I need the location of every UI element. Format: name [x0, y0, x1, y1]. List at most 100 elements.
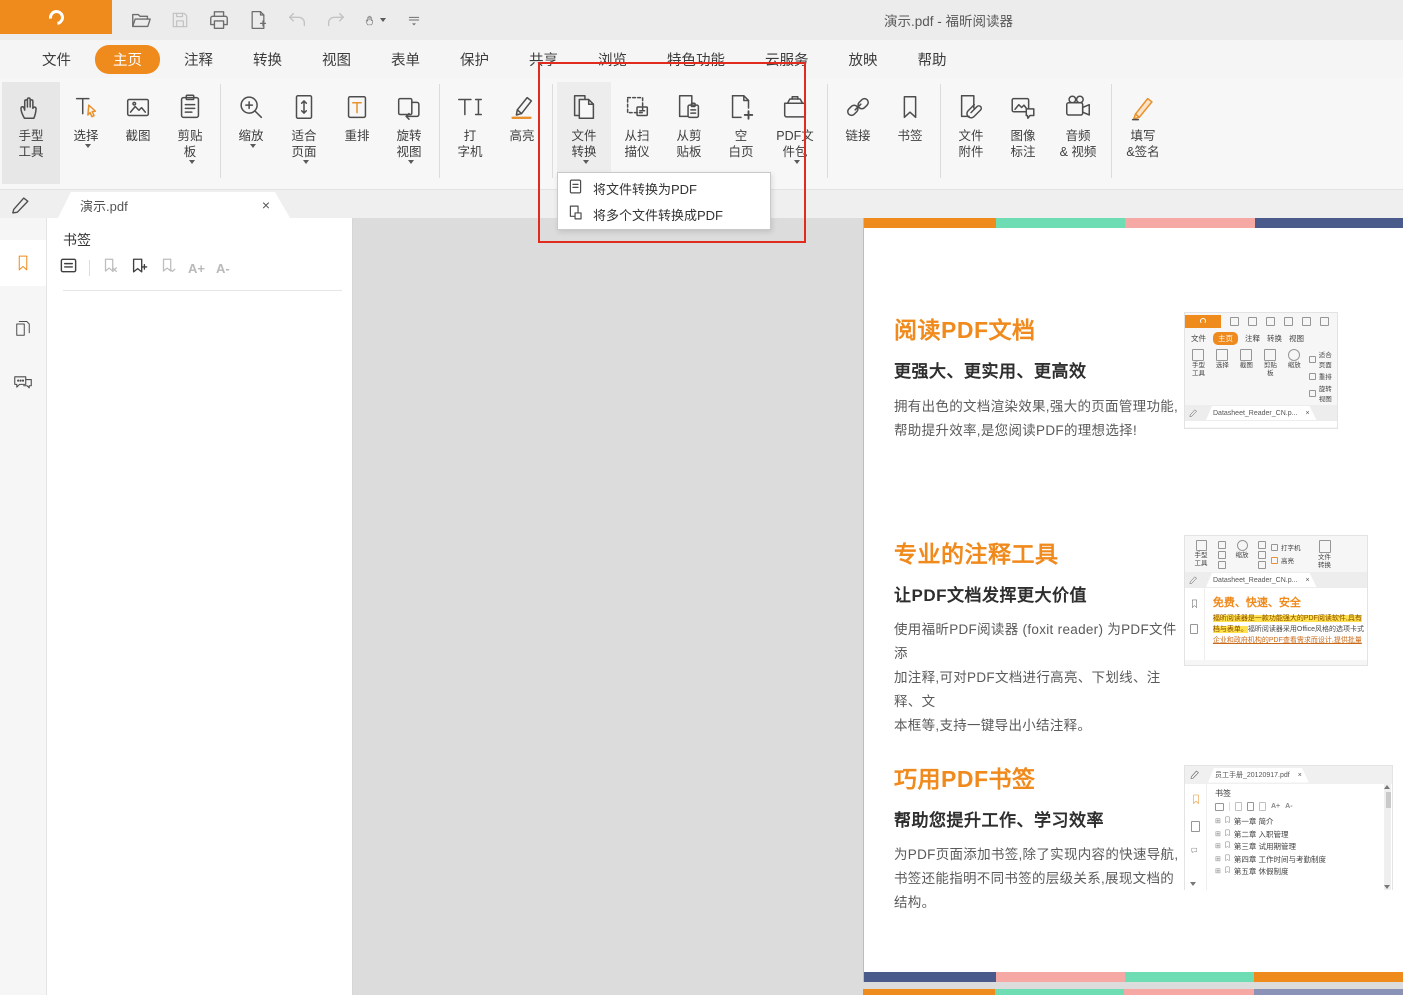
mini-screenshot-reader-ui: 文件 主页 注释 转换 视图 手型 工具 选择 截图 剪贴 板 缩放 适合页面 — [1184, 312, 1338, 429]
tab-form[interactable]: 表单 — [375, 45, 436, 74]
mini-doc-tab-row: Datasheet_Reader_CN.p...× — [1185, 572, 1367, 588]
hand-tool-button[interactable]: 手型 工具 — [2, 82, 60, 184]
mini-tab: 注释 — [1245, 333, 1260, 344]
mini-doc-tab-title: Datasheet_Reader_CN.p... — [1213, 577, 1297, 584]
document-tab[interactable]: 演示.pdf × — [58, 192, 290, 218]
annotation-tag-icon[interactable] — [11, 194, 31, 219]
section-heading: 巧用PDF书签 — [894, 760, 1184, 794]
close-tab-icon[interactable]: × — [262, 198, 270, 212]
from-scanner-label: 从扫 描仪 — [624, 128, 649, 160]
tab-convert[interactable]: 转换 — [237, 45, 298, 74]
highlight-button[interactable]: 高亮 — [496, 82, 548, 184]
rotate-view-caret-icon — [408, 160, 414, 164]
from-scanner-button[interactable]: 从扫 描仪 — [611, 82, 663, 184]
pdf-portfolio-icon — [780, 88, 810, 126]
menu-item-convert-file-to-pdf[interactable]: 将文件转换为PDF — [558, 175, 770, 201]
attachment-icon — [956, 88, 986, 126]
clipboard-button[interactable]: 剪贴 板 — [164, 82, 216, 184]
bookmark-more-icon[interactable] — [159, 257, 177, 280]
reflow-icon — [342, 88, 372, 126]
select-button[interactable]: 选择 — [60, 82, 112, 184]
redo-icon[interactable] — [325, 9, 347, 31]
from-clipboard-button[interactable]: 从剪 贴板 — [663, 82, 715, 184]
section-heading: 阅读PDF文档 — [894, 311, 1184, 345]
tab-share[interactable]: 共享 — [513, 45, 574, 74]
font-increase-icon[interactable]: A+ — [188, 261, 205, 276]
scanner-icon — [622, 88, 652, 126]
fill-sign-label: 填写 &签名 — [1126, 128, 1159, 160]
mini-tab: 视图 — [1289, 333, 1304, 344]
blank-page-button[interactable]: 空 白页 — [715, 82, 767, 184]
page-bottom-stripes — [864, 972, 1403, 982]
stripe-teal — [1125, 972, 1255, 982]
clipboard-icon — [175, 88, 205, 126]
section-body: 拥有出色的文档渲染效果,强大的页面管理功能, 帮助提升效率,是您阅读PDF的理想… — [894, 395, 1184, 443]
rotate-view-button[interactable]: 旋转 视图 — [383, 82, 435, 184]
tab-help[interactable]: 帮助 — [902, 45, 963, 74]
tab-file[interactable]: 文件 — [26, 45, 87, 74]
tab-browse[interactable]: 浏览 — [582, 45, 643, 74]
zoom-label: 缩放 — [238, 128, 263, 144]
foxit-logo — [0, 0, 112, 34]
save-icon[interactable] — [169, 9, 191, 31]
tab-slideshow[interactable]: 放映 — [833, 45, 894, 74]
file-convert-button[interactable]: 文件 转换 — [557, 82, 611, 184]
typewriter-button[interactable]: 打 字机 — [444, 82, 496, 184]
delete-bookmark-icon[interactable] — [101, 257, 119, 280]
typewriter-icon — [455, 88, 485, 126]
undo-icon[interactable] — [286, 9, 308, 31]
print-icon[interactable] — [208, 9, 230, 31]
menu-item-convert-multiple-files-to-pdf[interactable]: 将多个文件转换成PDF — [558, 201, 770, 227]
stripe-salmon — [1125, 218, 1255, 228]
audio-video-label: 音频 & 视频 — [1060, 128, 1097, 160]
bookmark-button[interactable]: 书签 — [884, 82, 936, 184]
customize-toolbar-icon[interactable] — [403, 9, 425, 31]
tab-cloud[interactable]: 云服务 — [749, 45, 825, 74]
menu-item-label: 将多个文件转换成PDF — [593, 205, 723, 224]
image-annotation-label: 图像 标注 — [1010, 128, 1035, 160]
sidebar-pages-button[interactable] — [0, 306, 46, 352]
clipboard-label: 剪贴 板 — [177, 128, 202, 160]
open-file-icon[interactable] — [130, 9, 152, 31]
bookmarks-panel: 书签 A+ A- — [47, 218, 353, 995]
tab-home[interactable]: 主页 — [95, 45, 160, 74]
ribbon-separator — [220, 84, 221, 178]
document-area: 阅读PDF文档 更强大、更实用、更高效 拥有出色的文档渲染效果,强大的页面管理功… — [354, 218, 1403, 995]
mini-doc-tab-row: 员工手册_20120917.pdf× — [1185, 766, 1392, 784]
foxit-reader-window: 演示.pdf - 福昕阅读器 文件 主页 注释 转换 视图 表单 保护 共享 浏… — [0, 0, 1403, 995]
snapshot-button[interactable]: 截图 — [112, 82, 164, 184]
reflow-button[interactable]: 重排 — [331, 82, 383, 184]
tab-view[interactable]: 视图 — [306, 45, 367, 74]
foxit-logo-ring — [46, 7, 67, 28]
ribbon-group-create: 文件 转换 从扫 描仪 从剪 贴板 空 白页 PDF文 件包 — [557, 82, 823, 184]
sidebar-comments-button[interactable] — [0, 360, 46, 406]
image-annotation-button[interactable]: 图像 标注 — [997, 82, 1049, 184]
add-bookmark-icon[interactable] — [130, 257, 148, 280]
tab-protect[interactable]: 保护 — [444, 45, 505, 74]
main-area: 书签 A+ A- 阅读PDF文档 — [0, 218, 1403, 995]
audio-video-button[interactable]: 音频 & 视频 — [1049, 82, 1107, 184]
font-decrease-icon[interactable]: A- — [216, 261, 230, 276]
ribbon-separator — [1111, 84, 1112, 178]
pdf-portfolio-button[interactable]: PDF文 件包 — [767, 82, 823, 184]
tab-features[interactable]: 特色功能 — [651, 45, 741, 74]
hand-mode-icon[interactable] — [364, 9, 386, 31]
rotate-view-icon — [394, 88, 424, 126]
bookmark-icon — [895, 88, 925, 126]
mini-doc-tab-row: Datasheet_Reader_CN.p...× — [1185, 405, 1337, 421]
fill-sign-button[interactable]: 填写 &签名 — [1116, 82, 1170, 184]
mini-tab: 文件 — [1191, 333, 1206, 344]
ribbon-separator — [827, 84, 828, 178]
sidebar-bookmarks-button[interactable] — [0, 240, 46, 286]
reflow-label: 重排 — [344, 128, 369, 144]
link-label: 链接 — [845, 128, 870, 144]
link-button[interactable]: 链接 — [832, 82, 884, 184]
section-body: 使用福昕PDF阅读器 (foxit reader) 为PDF文件添 加注释,可对… — [894, 618, 1184, 738]
tab-comment[interactable]: 注释 — [168, 45, 229, 74]
file-attachment-button[interactable]: 文件 附件 — [945, 82, 997, 184]
zoom-button[interactable]: 缩放 — [225, 82, 277, 184]
bookmark-list-options-icon[interactable] — [59, 256, 78, 280]
new-document-icon[interactable] — [247, 9, 269, 31]
document-tab-title: 演示.pdf — [80, 196, 128, 215]
fit-page-button[interactable]: 适合 页面 — [277, 82, 331, 184]
